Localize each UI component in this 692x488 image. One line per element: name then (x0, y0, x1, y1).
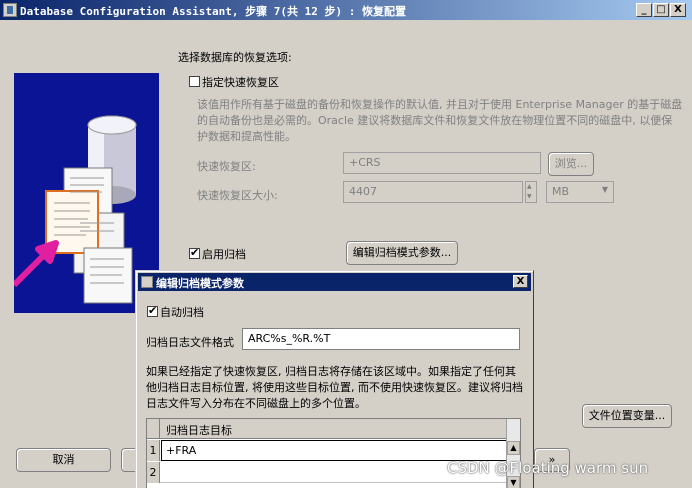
dialog-note-line3: 日志文件写入分布在不同磁盘上的多个位置。 (146, 397, 366, 410)
fra-size-unit-select[interactable]: MB ▼ (546, 181, 614, 203)
archive-destinations-table: 归档日志目标 1 +FRA 2 ▲ ▼ (146, 418, 521, 488)
browse-button[interactable]: 浏览... (548, 152, 594, 176)
dialog-icon (141, 276, 153, 288)
scroll-down-icon[interactable]: ▼ (507, 476, 520, 488)
dialog-note-line2: 他归档日志目标位置, 将使用这些目标位置, 而不使用快速恢复区。建议将归档 (146, 381, 523, 394)
app-icon (3, 3, 17, 17)
table-header: 归档日志目标 (147, 419, 508, 439)
archive-checkbox-label: 启用归档 (202, 248, 246, 261)
dialog-note-line1: 如果已经指定了快速恢复区, 归档日志将存储在该区域中。如果指定了任何其 (146, 365, 516, 378)
fra-checkbox[interactable] (189, 76, 200, 87)
minimize-button[interactable]: _ (636, 3, 652, 17)
fra-description-line2: 的自动备份也是必需的。Oracle 建议将数据库文件和恢复文件放在物理位置不同的… (197, 114, 673, 127)
fra-location-label: 快速恢复区: (197, 160, 256, 173)
table-row[interactable]: 1 +FRA (147, 440, 508, 461)
chevron-down-icon: ▼ (601, 185, 608, 194)
auto-archive-label: 自动归档 (160, 306, 204, 319)
row-number: 1 (147, 440, 160, 461)
scroll-up-icon[interactable]: ▲ (507, 441, 520, 455)
file-location-variables-button[interactable]: 文件位置变量... (582, 404, 672, 428)
window-title: Database Configuration Assistant, 步骤 7(共… (20, 5, 407, 18)
fra-size-unit-value: MB (552, 185, 570, 198)
log-format-input[interactable]: ARC%s_%R.%T (242, 328, 520, 350)
close-button[interactable]: X (670, 3, 686, 17)
fra-size-field[interactable]: 4407 (343, 181, 523, 203)
table-cell[interactable] (161, 462, 169, 483)
dialog-close-button[interactable]: X (513, 275, 528, 288)
recovery-heading: 选择数据库的恢复选项: (178, 51, 292, 64)
fra-description-line1: 该值用作所有基于磁盘的备份和恢复操作的默认值, 并且对于使用 Enterpris… (197, 98, 683, 111)
dialog-title: 编辑归档模式参数 (156, 277, 244, 290)
fra-description-line3: 护数据和提高性能。 (197, 130, 296, 143)
fra-size-spinner[interactable]: ▲ ▼ (525, 181, 537, 203)
archive-checkbox[interactable] (189, 246, 200, 259)
spinner-up-icon[interactable]: ▲ (527, 183, 532, 190)
watermark: CSDN @Floating warm sun (447, 459, 649, 477)
maximize-button[interactable]: □ (653, 3, 669, 17)
cancel-button[interactable]: 取消 (16, 448, 111, 472)
row-number: 2 (147, 462, 160, 483)
auto-archive-checkbox[interactable] (147, 304, 158, 317)
fra-checkbox-label: 指定快速恢复区 (202, 76, 279, 89)
fra-size-label: 快速恢复区大小: (197, 189, 278, 202)
edit-archive-params-button[interactable]: 编辑归档模式参数... (346, 241, 458, 265)
dialog-titlebar: 编辑归档模式参数 X (138, 273, 531, 291)
log-format-label: 归档日志文件格式 (146, 336, 234, 349)
table-cell[interactable]: +FRA (161, 440, 508, 461)
window-titlebar: Database Configuration Assistant, 步骤 7(共… (0, 0, 692, 20)
table-scrollbar[interactable]: ▲ ▼ (506, 419, 520, 488)
fra-location-field[interactable]: +CRS (343, 152, 541, 174)
table-header-label: 归档日志目标 (166, 424, 232, 437)
edit-archive-dialog: 编辑归档模式参数 X 自动归档 归档日志文件格式 ARC%s_%R.%T 如果已… (135, 270, 534, 488)
spinner-down-icon[interactable]: ▼ (527, 193, 532, 200)
